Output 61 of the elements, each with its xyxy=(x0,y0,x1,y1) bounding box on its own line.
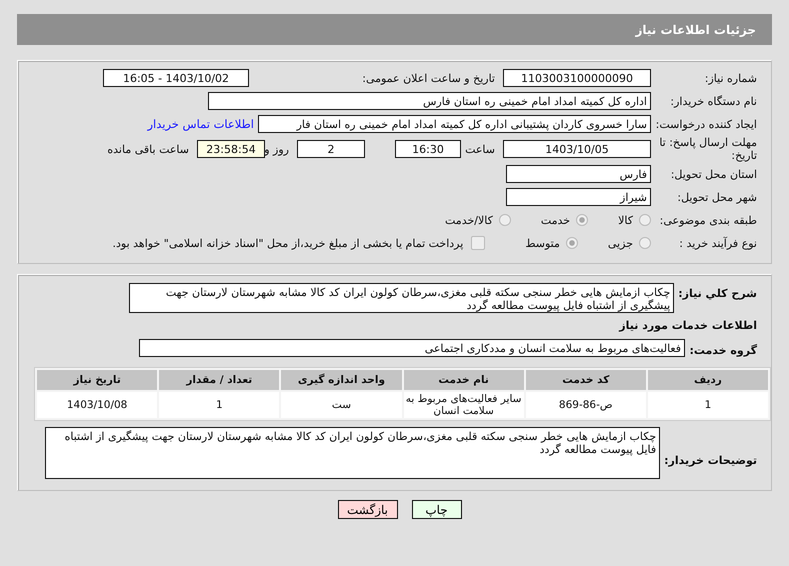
radio-button[interactable] xyxy=(639,237,651,249)
section-heading: اطلاعات خدمات مورد نیاز xyxy=(619,318,758,332)
column-header: نام خدمت xyxy=(404,370,524,390)
field-label: ساعت xyxy=(464,142,496,156)
radio-label: کالا/خدمت xyxy=(445,214,493,226)
radio-button[interactable] xyxy=(639,214,651,226)
field-label: ایجاد کننده درخواست: xyxy=(654,118,758,130)
table-cell: 1 xyxy=(648,392,768,418)
need-number-field: 1103003100000090 xyxy=(503,69,651,87)
radio-button[interactable] xyxy=(566,237,578,249)
page-title: جزئیات اطلاعات نیاز xyxy=(635,22,756,36)
deadline-date-field: 1403/10/05 xyxy=(503,140,651,158)
checkbox[interactable] xyxy=(471,236,486,250)
column-header: تاریخ نیاز xyxy=(37,370,158,390)
radio-label: خدمت xyxy=(540,214,570,226)
radio-button[interactable] xyxy=(498,214,511,226)
requester-field: سارا خسروی کاردان پشتیبانی اداره کل کمیته امداد امام خمینی ره استان فار xyxy=(258,115,651,133)
checkbox-label: پرداخت تمام یا بخشی از مبلغ خرید،از محل "اسناد خزانه اسلامی" خواهد بود. xyxy=(112,236,464,250)
days-field: 2 xyxy=(297,140,365,158)
print-button[interactable]: چاپ xyxy=(412,500,462,519)
remaining-time-field: 23:58:54 xyxy=(197,140,265,158)
field-label: گروه خدمت: xyxy=(688,342,758,356)
field-label: تاریخ و ساعت اعلان عمومی: xyxy=(361,72,496,84)
back-button[interactable]: بازگشت xyxy=(338,500,398,519)
city-field: شیراز xyxy=(506,188,651,206)
radio-option[interactable]: کالا/خدمت xyxy=(445,214,511,226)
table-cell: ست xyxy=(281,392,402,418)
province-field: فارس xyxy=(506,165,651,183)
announce-date-field: 1403/10/02 - 16:05 xyxy=(103,69,249,87)
field-label: شماره نیاز: xyxy=(704,72,758,84)
service-group-field: فعالیت‌های مربوط به سلامت انسان و مددکاری اجتماعی xyxy=(139,339,685,357)
radio-option[interactable]: خدمت xyxy=(540,214,588,226)
field-label: شرح کلي نياز: xyxy=(677,286,758,300)
radio-option[interactable]: جزیی xyxy=(608,236,651,250)
radio-label: کالا xyxy=(618,214,633,226)
field-label: نام دستگاه خریدار: xyxy=(669,94,758,108)
table-cell: ص-86-869 xyxy=(526,392,646,418)
field-label: طبقه بندی موضوعی: xyxy=(658,214,758,226)
field-label: نوع فرآیند خرید : xyxy=(678,236,758,250)
buyer-org-field: اداره کل کمیته امداد امام خمینی ره استان فارس xyxy=(208,92,651,110)
buyer-notes-textarea[interactable]: چکاب ازمایش هایی خطر سنجی سکته قلبی مغزی،سرطان کولون ایران کد کالا مشابه شهرستان لارستان جهت پیشگیری از اشتباه فایل پیوست مطالعه گردد xyxy=(45,427,660,479)
buyer-contact-link[interactable]: اطلاعات تماس خریدار xyxy=(147,117,254,131)
radio-button[interactable] xyxy=(576,214,588,226)
field-label: توضیحات خریدار: xyxy=(663,454,758,467)
column-header: تعداد / مقدار xyxy=(159,370,280,390)
field-label: شهر محل تحویل: xyxy=(676,190,758,204)
radio-label: جزیی xyxy=(608,236,633,250)
column-header: واحد اندازه گیری xyxy=(281,370,402,390)
table-cell: 1 xyxy=(159,392,280,418)
field-label: استان محل تحویل: xyxy=(670,168,758,180)
deadline-time-field: 16:30 xyxy=(395,140,461,158)
table-cell: سایر فعالیت‌های مربوط به سلامت انسان xyxy=(404,392,524,418)
field-label: مهلت ارسال پاسخ: تا تاریخ: xyxy=(658,136,758,162)
radio-option[interactable]: متوسط xyxy=(525,236,578,250)
radio-label: متوسط xyxy=(525,236,560,250)
column-header: ردیف xyxy=(648,370,768,390)
field-label: ساعت باقی مانده xyxy=(106,142,190,156)
column-header: کد خدمت xyxy=(526,370,646,390)
radio-option[interactable]: کالا xyxy=(618,214,651,226)
table-cell: 1403/10/08 xyxy=(37,392,158,418)
description-textarea[interactable]: چکاب ازمایش هایی خطر سنجی سکته قلبی مغزی،سرطان کولون ایران کد کالا مشابه شهرستان لارستان جهت پیشگیری از اشتباه فایل پیوست مطالعه گردد xyxy=(129,283,674,313)
